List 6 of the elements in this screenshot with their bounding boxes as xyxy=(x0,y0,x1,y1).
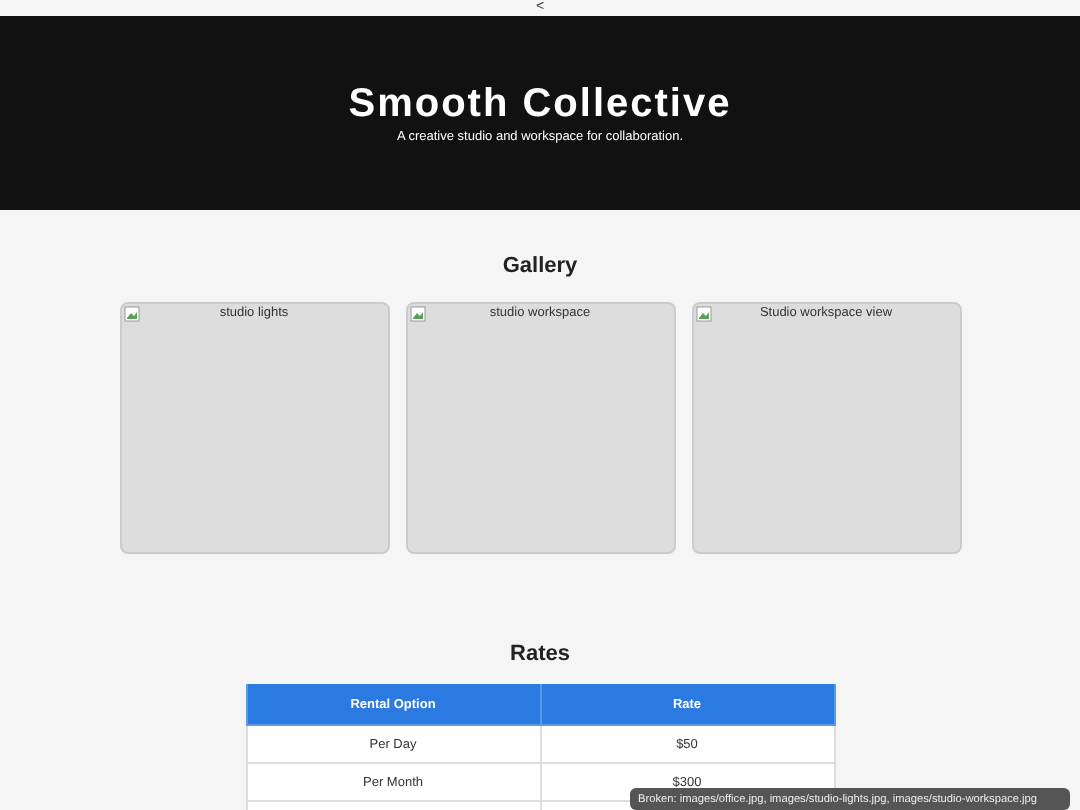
broken-image-icon xyxy=(409,306,425,322)
section-heading: Gallery xyxy=(500,252,580,280)
broken-image-icon xyxy=(123,306,139,322)
section-heading: Rates xyxy=(508,640,572,668)
broken-image-icon xyxy=(695,306,711,322)
site-title: Smooth Collective xyxy=(348,82,732,126)
